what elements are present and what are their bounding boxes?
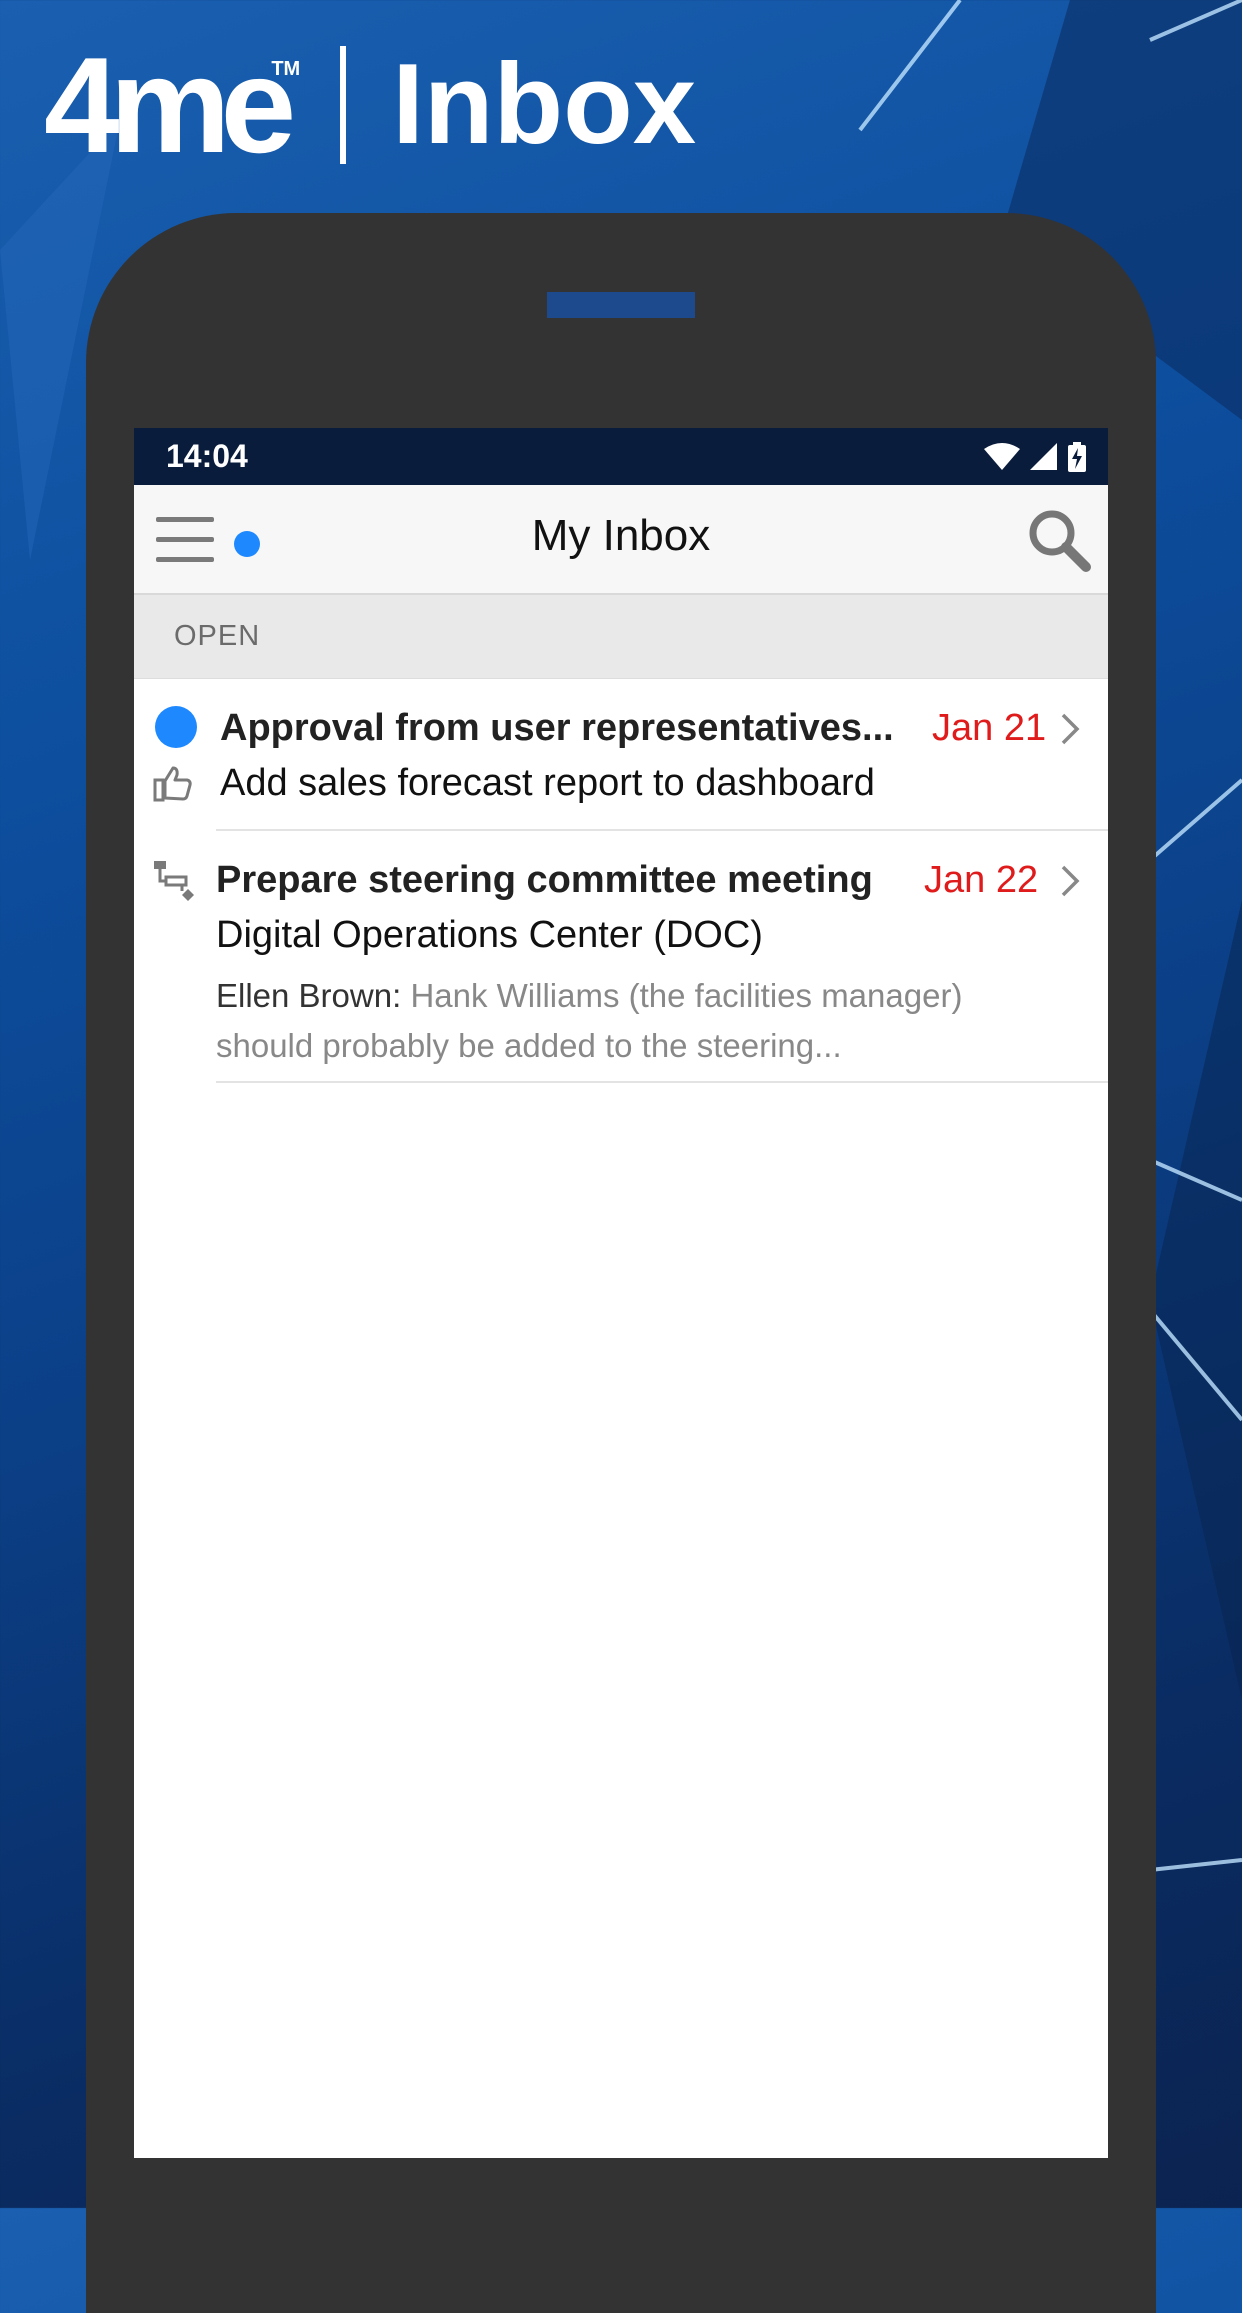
trademark-mark: TM <box>271 58 301 80</box>
page-title: My Inbox <box>531 511 711 560</box>
wifi-icon <box>984 442 1020 470</box>
workflow-task-icon <box>154 861 194 901</box>
brand-header: 4me TM Inbox <box>44 37 697 173</box>
search-icon[interactable] <box>1026 507 1092 573</box>
item-subtitle: Digital Operations Center (DOC) <box>216 914 763 956</box>
cell-signal-icon <box>1030 442 1057 470</box>
status-bar: 14:04 <box>134 428 1108 485</box>
section-header-open: OPEN <box>134 595 1108 679</box>
4me-logo: 4me TM <box>44 37 300 173</box>
row-divider <box>216 1081 1108 1083</box>
item-preview: Ellen Brown: Hank Williams (the faciliti… <box>216 971 1066 1071</box>
header-divider <box>340 46 347 164</box>
inbox-item[interactable]: Approval from user representatives... Ja… <box>134 679 1108 831</box>
section-label: OPEN <box>174 620 261 652</box>
phone-speaker <box>547 292 695 318</box>
chevron-right-icon <box>1061 865 1080 897</box>
inbox-item[interactable]: Prepare steering committee meeting Jan 2… <box>134 831 1108 1083</box>
chevron-right-icon <box>1061 713 1080 745</box>
header-title: Inbox <box>392 41 697 168</box>
battery-charging-icon <box>1068 441 1086 472</box>
thumbs-up-icon <box>153 766 192 802</box>
item-title: Approval from user representatives... <box>220 707 894 749</box>
logo-text: 4me <box>44 29 296 181</box>
app-bar: My Inbox <box>134 485 1108 595</box>
comment-author: Ellen Brown: <box>216 977 402 1014</box>
unread-indicator-icon <box>155 706 197 748</box>
status-time: 14:04 <box>166 438 248 474</box>
app-screen: 14:04 My Inbox OPEN Approval from user r… <box>134 428 1108 2158</box>
item-title: Prepare steering committee meeting <box>216 859 873 901</box>
status-icons <box>984 441 1086 472</box>
item-date: Jan 22 <box>924 859 1039 901</box>
item-subtitle: Add sales forecast report to dashboard <box>220 762 875 804</box>
item-date: Jan 21 <box>932 707 1047 749</box>
